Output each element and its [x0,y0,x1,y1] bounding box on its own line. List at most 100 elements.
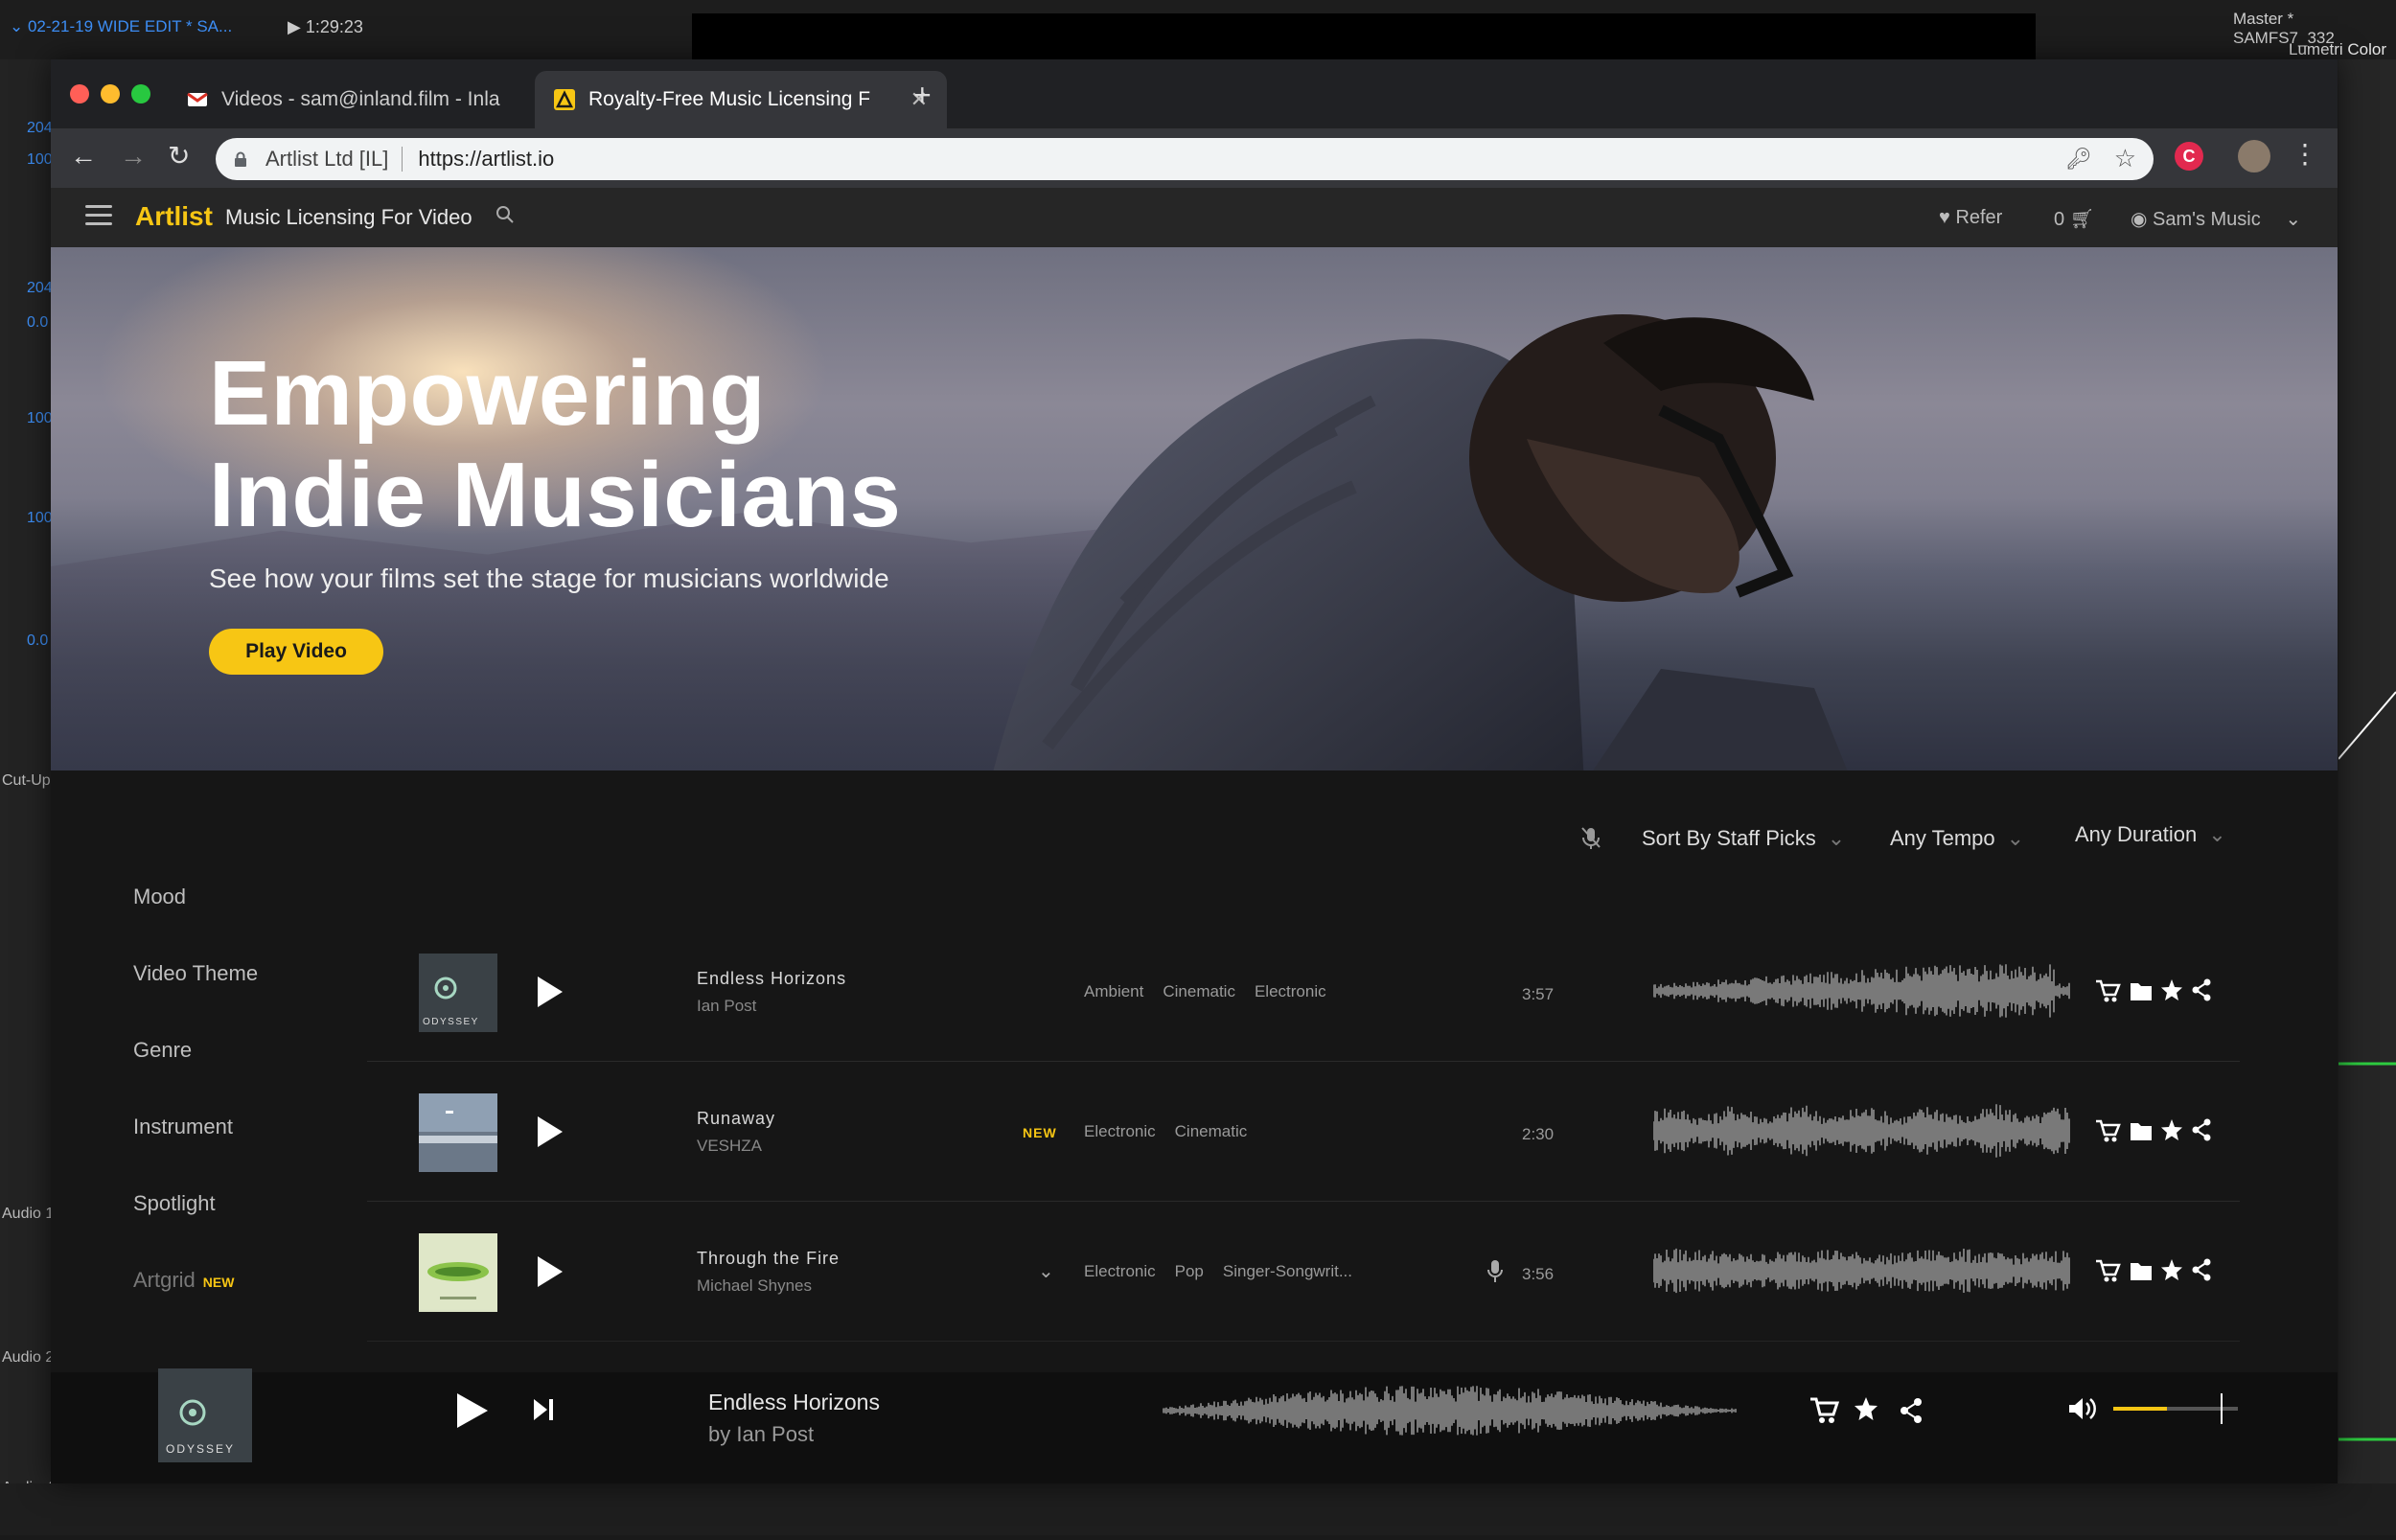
share-icon[interactable] [2192,1258,2211,1281]
bookmark-star-icon[interactable]: ☆ [2114,144,2136,173]
star-icon[interactable] [1855,1397,1878,1420]
track-duration: 2:30 [1522,1125,1555,1143]
folder-icon[interactable] [2131,983,2152,1000]
tag-link[interactable]: Singer-Songwrit... [1223,1262,1352,1280]
track-row[interactable]: ODYSSEY Endless Horizons Ian Post Ambien… [367,922,2240,1062]
tab-gmail[interactable]: Videos - sam@inland.film - Inla ✕ [168,71,580,128]
track-title[interactable]: Endless Horizons [697,969,846,989]
user-circle-icon: ◉ [2131,209,2154,230]
artlist-logo[interactable]: Artlist [135,201,213,232]
track-title[interactable]: Through the Fire [697,1249,840,1269]
artlist-page: Artlist Music Licensing For Video ♥ Refe… [51,188,2338,1483]
track-label: Cut-Up [2,772,51,789]
cart-icon[interactable] [2096,979,2121,1002]
track-artist[interactable]: Ian Post [697,997,756,1016]
folder-icon[interactable] [2131,1123,2152,1140]
url-text: https://artlist.io [418,147,555,171]
key-icon[interactable]: 🔑︎ [2065,147,2092,172]
volume-icon[interactable] [2067,1395,2098,1422]
tempo-dropdown[interactable]: Any Tempo ⌄ [1890,826,2024,851]
minimize-window-button[interactable] [101,84,120,103]
track-actions [2096,1258,2211,1282]
share-icon[interactable] [1901,1398,1922,1423]
hero-person-image [993,314,1848,770]
editor-bottom-bar [0,1483,2396,1535]
track-label: Audio 1 [2,1206,55,1222]
track-actions [2096,1118,2211,1142]
zoom-window-button[interactable] [131,84,150,103]
reload-icon[interactable]: ↻ [168,142,190,171]
chevron-down-icon[interactable]: ⌄ [1038,1259,1054,1283]
back-arrow-icon[interactable]: ← [70,142,97,171]
play-icon[interactable] [534,1253,566,1290]
param-value: 100 [27,410,53,426]
star-icon[interactable] [2161,979,2182,1000]
sequence-tab[interactable]: ⌄ 02-21-19 WIDE EDIT * SA... [10,17,232,36]
track-cover [419,1093,497,1172]
close-window-button[interactable] [70,84,89,103]
lumetri-color-tab[interactable]: Lumetri Color [2289,40,2386,59]
sidebar-item-mood[interactable]: Mood [133,885,186,909]
play-icon[interactable] [455,1391,490,1430]
sort-dropdown[interactable]: Sort By Staff Picks ⌄ [1642,826,1845,851]
tag-link[interactable]: Cinematic [1175,1122,1248,1140]
editor-right-panel [2338,59,2396,1535]
tag-link[interactable]: Ambient [1084,982,1143,1000]
track-cover [419,1233,497,1312]
track-row[interactable]: Runaway VESHZA NEW Electronic Cinematic 2… [367,1062,2240,1202]
track-tags: Ambient Cinematic Electronic [1084,982,1346,1001]
play-icon[interactable] [534,1114,566,1150]
refer-link[interactable]: ♥ Refer [1939,207,2002,229]
skip-next-icon[interactable] [532,1397,555,1422]
share-icon[interactable] [2192,978,2211,1001]
track-artist[interactable]: Michael Shynes [697,1276,812,1296]
star-icon[interactable] [2161,1119,2182,1140]
tab-artlist[interactable]: Royalty-Free Music Licensing F ✕ [535,71,947,128]
account-menu[interactable]: ◉ Sam's Music ⌄ [2131,207,2301,231]
forward-arrow-icon[interactable]: → [120,142,147,171]
share-icon[interactable] [2192,1118,2211,1141]
sidebar-item-artgrid[interactable]: Artgrid NEW [133,1268,234,1293]
sidebar-item-genre[interactable]: Genre [133,1038,192,1063]
play-video-button[interactable]: Play Video [209,629,383,675]
sidebar-item-instrument[interactable]: Instrument [133,1115,233,1139]
cart-button[interactable]: 0 🛒︎ [2054,207,2094,231]
audio-player-bar: ODYSSEY Endless Horizons by Ian Post [51,1368,2338,1483]
sidebar-item-spotlight[interactable]: Spotlight [133,1191,216,1216]
tag-link[interactable]: Electronic [1084,1122,1156,1140]
track-title[interactable]: Runaway [697,1109,775,1129]
track-duration: 3:57 [1522,985,1555,1003]
volume-slider[interactable] [2113,1393,2238,1424]
browser-toolbar: ← → ↻ Artlist Ltd [IL] https://artlist.i… [51,128,2338,188]
tag-link[interactable]: Cinematic [1163,982,1235,1000]
cart-icon[interactable] [2096,1259,2121,1282]
tag-link[interactable]: Electronic [1084,1262,1156,1280]
profile-avatar[interactable] [2238,140,2270,172]
tag-link[interactable]: Electronic [1255,982,1326,1000]
play-triangle-icon: ▶ [288,17,306,36]
track-waveform[interactable] [1653,1102,2071,1160]
player-waveform[interactable] [1163,1382,1738,1439]
new-tab-button[interactable]: + [913,80,932,110]
cart-icon[interactable] [1810,1397,1840,1423]
player-album-cover: ODYSSEY [158,1368,252,1462]
search-icon[interactable] [495,205,515,230]
extension-c-icon[interactable]: C [2175,142,2203,171]
volume-slider-handle[interactable] [2220,1393,2223,1424]
track-waveform[interactable] [1653,962,2071,1020]
address-bar[interactable]: Artlist Ltd [IL] https://artlist.io 🔑︎ ☆ [216,138,2154,180]
track-artist[interactable]: VESHZA [697,1137,762,1156]
param-value: 100 [27,510,53,526]
cart-icon[interactable] [2096,1119,2121,1142]
star-icon[interactable] [2161,1259,2182,1280]
kebab-menu-icon[interactable]: ⋮ [2292,138,2318,170]
play-icon[interactable] [534,974,566,1010]
tag-link[interactable]: Pop [1175,1262,1204,1280]
track-waveform[interactable] [1653,1242,2071,1299]
sidebar-item-video-theme[interactable]: Video Theme [133,961,258,986]
no-vocals-toggle-icon[interactable] [1580,826,1601,857]
player-track-artist: by Ian Post [708,1422,815,1446]
duration-dropdown[interactable]: Any Duration ⌄ [2075,822,2226,847]
folder-icon[interactable] [2131,1263,2152,1280]
hamburger-menu-icon[interactable] [85,205,112,226]
